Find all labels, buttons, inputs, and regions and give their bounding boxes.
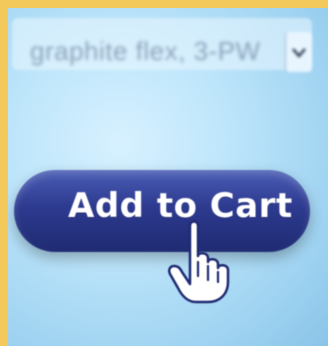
variant-select-value: graphite flex, 3-PW bbox=[30, 36, 261, 66]
screen: graphite flex, 3-PW Add to Cart bbox=[8, 8, 328, 346]
dropdown-toggle[interactable] bbox=[285, 32, 312, 72]
screenshot-frame: graphite flex, 3-PW Add to Cart bbox=[0, 0, 328, 346]
variant-select[interactable]: graphite flex, 3-PW bbox=[12, 18, 312, 72]
add-to-cart-button[interactable]: Add to Cart bbox=[14, 170, 310, 252]
hand-pointer-icon bbox=[167, 220, 230, 304]
